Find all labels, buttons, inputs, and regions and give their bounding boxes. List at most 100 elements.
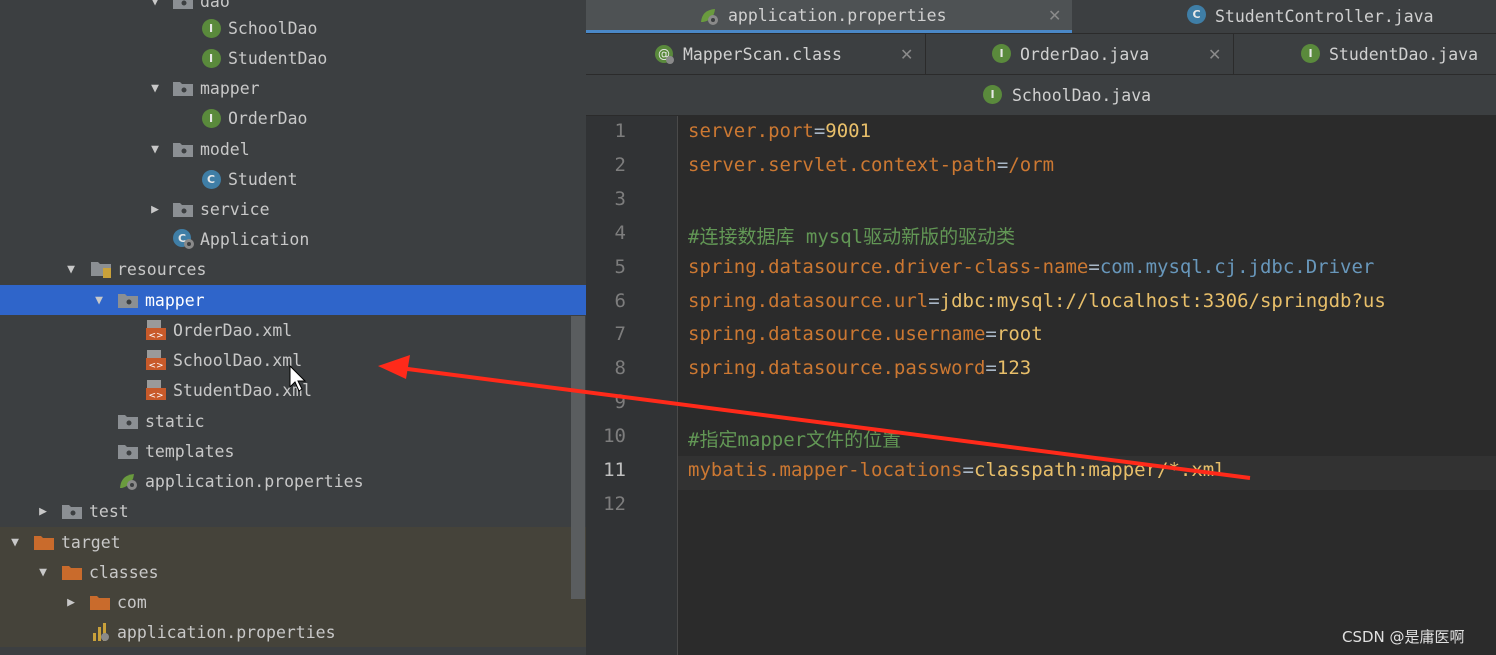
- code-comment: #指定mapper文件的位置: [688, 429, 902, 452]
- class-icon: C: [1187, 5, 1206, 24]
- folder-icon: [89, 591, 111, 613]
- tree-item[interactable]: ▼ mapper: [0, 285, 586, 315]
- code-line[interactable]: spring.datasource.driver-class-name=com.…: [688, 256, 1374, 278]
- chevron-right-icon[interactable]: ▶: [64, 595, 78, 610]
- tree-item[interactable]: I StudentDao: [0, 43, 586, 73]
- tree-item[interactable]: ▼ dao: [0, 0, 586, 16]
- property-value: jdbc:mysql://localhost:3306/springdb?us: [939, 289, 1386, 312]
- tree-item[interactable]: templates: [0, 436, 586, 466]
- tree-item-label: OrderDao.xml: [173, 320, 293, 340]
- tree-item[interactable]: C Application: [0, 224, 586, 254]
- tree-item-label: StudentDao: [228, 48, 328, 68]
- close-icon[interactable]: ✕: [900, 45, 913, 64]
- chevron-down-icon[interactable]: ▼: [148, 0, 162, 9]
- tree-item[interactable]: ▼ classes: [0, 557, 586, 587]
- tree-item[interactable]: <> SchoolDao.xml: [0, 345, 586, 375]
- chevron-right-icon[interactable]: ▶: [36, 504, 50, 519]
- close-icon[interactable]: ✕: [1208, 45, 1221, 64]
- svg-text:<>: <>: [148, 331, 163, 341]
- line-number: 8: [614, 357, 626, 380]
- code-line[interactable]: #连接数据库 mysql驱动新版的驱动类: [688, 222, 1015, 249]
- tree-item[interactable]: ▶ service: [0, 194, 586, 224]
- xml-file-icon: <>: [145, 319, 167, 341]
- tree-item[interactable]: ▼ target: [0, 527, 586, 557]
- property-key: spring.datasource.url: [688, 289, 929, 312]
- interface-icon: I: [983, 85, 1002, 104]
- tree-item[interactable]: ▼ resources: [0, 254, 586, 284]
- tab-row-3: I SchoolDao.java: [586, 75, 1496, 115]
- folder-icon: [33, 531, 55, 553]
- tree-item-label: dao: [200, 0, 230, 11]
- tree-scrollbar[interactable]: [571, 316, 585, 599]
- tree-item[interactable]: ▼ model: [0, 134, 586, 164]
- folder-icon: [117, 410, 139, 432]
- folder-icon: [172, 138, 194, 160]
- code-line[interactable]: spring.datasource.username=root: [688, 323, 1043, 345]
- tree-item[interactable]: static: [0, 406, 586, 436]
- annotation-icon: @: [654, 44, 676, 70]
- tree-item[interactable]: application.properties: [0, 617, 586, 647]
- property-value: 9001: [825, 120, 872, 142]
- tree-item-label: SchoolDao.xml: [173, 350, 303, 370]
- tree-item-label: resources: [117, 259, 207, 279]
- tab-label: StudentDao.java: [1329, 44, 1479, 64]
- chevron-down-icon[interactable]: ▼: [8, 535, 22, 550]
- interface-icon: I: [200, 17, 222, 39]
- tab-student-controller[interactable]: C StudentController.java: [1074, 0, 1496, 33]
- property-value: 123: [996, 357, 1032, 380]
- chevron-down-icon[interactable]: ▼: [36, 565, 50, 580]
- tree-item[interactable]: I OrderDao: [0, 103, 586, 133]
- folder-icon: [172, 198, 194, 220]
- tab-orderdao-java[interactable]: I OrderDao.java ✕: [926, 34, 1233, 74]
- line-number: 1: [614, 120, 626, 142]
- code-line[interactable]: server.servlet.context-path=/orm: [688, 154, 1054, 176]
- code-line[interactable]: #指定mapper文件的位置: [688, 425, 901, 452]
- code-line[interactable]: spring.datasource.password=123: [688, 357, 1031, 379]
- tree-item-label: test: [89, 501, 129, 521]
- line-number: 4: [614, 221, 626, 244]
- chevron-down-icon[interactable]: ▼: [92, 293, 106, 308]
- chevron-down-icon[interactable]: ▼: [148, 142, 162, 157]
- folder-icon: [61, 500, 83, 522]
- tree-item[interactable]: ▶ test: [0, 496, 586, 526]
- tree-item[interactable]: C Student: [0, 164, 586, 194]
- line-number: 10: [603, 425, 626, 448]
- tree-item[interactable]: application.properties: [0, 466, 586, 496]
- tree-item-label: com: [117, 592, 147, 612]
- tree-item[interactable]: ▶ com: [0, 587, 586, 617]
- code-line[interactable]: spring.datasource.url=jdbc:mysql://local…: [688, 290, 1386, 312]
- property-value: /orm: [1008, 153, 1055, 176]
- project-tree[interactable]: application.properties ▶ com ▼ classes ▼ targe…: [0, 0, 586, 655]
- spring-props-icon: [117, 470, 139, 492]
- equals-sign: =: [985, 323, 997, 346]
- tree-item-label: SchoolDao: [228, 18, 318, 38]
- close-icon[interactable]: ✕: [1048, 6, 1061, 25]
- tab-studentdao-java[interactable]: I StudentDao.java: [1234, 34, 1496, 74]
- class-icon: C: [200, 168, 222, 190]
- tab-row-2: @ MapperScan.class ✕ I OrderDao.java ✕ I…: [586, 34, 1496, 74]
- property-key: spring.datasource.driver-class-name: [688, 255, 1089, 278]
- tree-item-label: application.properties: [145, 471, 364, 491]
- tree-item-label: model: [200, 139, 250, 159]
- code-line[interactable]: server.port=9001: [688, 120, 871, 142]
- property-value: com.mysql.cj.jdbc.Driver: [1099, 255, 1375, 278]
- chevron-down-icon[interactable]: ▼: [64, 262, 78, 277]
- tree-item[interactable]: I SchoolDao: [0, 13, 586, 43]
- tree-item-label: Application: [200, 229, 310, 249]
- chevron-down-icon[interactable]: ▼: [148, 81, 162, 96]
- interface-icon: I: [200, 107, 222, 129]
- folder-icon: [117, 440, 139, 462]
- tab-schooldao-java[interactable]: I SchoolDao.java: [586, 75, 1496, 115]
- property-key: server.port: [688, 120, 814, 142]
- tree-item[interactable]: ▼ mapper: [0, 73, 586, 103]
- line-number: 2: [614, 153, 626, 176]
- code-line[interactable]: mybatis.mapper-locations=classpath:mappe…: [688, 459, 1226, 481]
- tree-item[interactable]: <> StudentDao.xml: [0, 375, 586, 405]
- tab-mapperscan-class[interactable]: @ MapperScan.class ✕: [586, 34, 924, 74]
- tab-application-properties[interactable]: application.properties ✕: [586, 0, 1072, 33]
- code-comment: #连接数据库 mysql驱动新版的驱动类: [688, 225, 1016, 248]
- tree-item[interactable]: <> OrderDao.xml: [0, 315, 586, 345]
- spring-app-icon: C: [172, 228, 194, 250]
- folder-icon: [172, 77, 194, 99]
- chevron-right-icon[interactable]: ▶: [148, 202, 162, 217]
